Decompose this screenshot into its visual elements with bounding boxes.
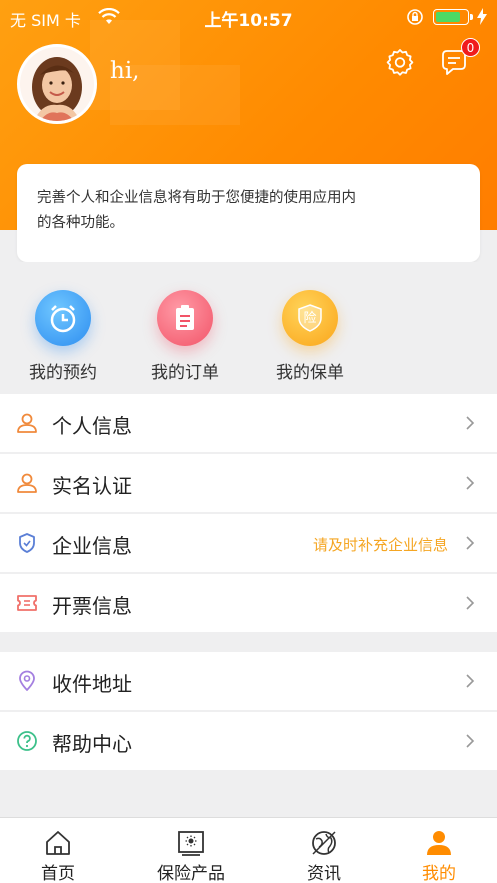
my-policies-shortcut[interactable]: 险 我的保单 (265, 290, 355, 383)
location-pin-icon (19, 670, 35, 691)
shield-icon (19, 533, 35, 553)
menu-label: 开票信息 (52, 594, 132, 618)
insurance-product-icon (178, 831, 204, 856)
profile-icon (427, 831, 451, 855)
home-icon (46, 831, 70, 855)
chevron-right-icon (466, 674, 475, 688)
tab-label: 资讯 (307, 864, 341, 883)
menu-label: 企业信息 (52, 534, 132, 558)
chevron-right-icon (466, 416, 475, 430)
menu-label: 个人信息 (52, 414, 132, 438)
menu-item-company-info[interactable]: 企业信息 请及时补充企业信息 (0, 514, 497, 572)
help-icon (17, 731, 37, 751)
rotation-lock-icon (406, 8, 424, 30)
clipboard-icon (157, 290, 213, 346)
shortcut-row: 我的预约 我的订单 险 我的保单 (0, 262, 497, 390)
company-info-hint: 请及时补充企业信息 (312, 536, 448, 554)
charging-icon (477, 8, 487, 29)
notice-text: 完善个人和企业信息将有助于您便捷的使用应用内的各种功能。 (37, 190, 356, 231)
message-count-badge: 0 (461, 38, 480, 57)
tab-mine[interactable]: 我的 (377, 818, 497, 883)
chevron-right-icon (466, 596, 475, 610)
tab-home[interactable]: 首页 (0, 818, 120, 883)
settings-button[interactable] (385, 47, 415, 77)
shortcut-label: 我的订单 (151, 363, 219, 383)
greeting-text: hi, (110, 58, 140, 84)
alarm-clock-icon (35, 290, 91, 346)
menu-label: 实名认证 (52, 474, 132, 498)
menu-label: 帮助中心 (52, 732, 132, 756)
chevron-right-icon (466, 536, 475, 550)
user-icon (17, 473, 37, 493)
battery-icon (433, 9, 473, 25)
shield-insurance-icon: 险 (282, 290, 338, 346)
menu-item-help[interactable]: 帮助中心 (0, 712, 497, 770)
tab-insurance-products[interactable]: 保险产品 (129, 818, 253, 883)
user-icon (17, 413, 37, 433)
news-icon (312, 831, 336, 855)
menu-item-personal-info[interactable]: 个人信息 (0, 394, 497, 452)
menu-item-real-name[interactable]: 实名认证 (0, 454, 497, 512)
tab-label: 首页 (41, 864, 75, 883)
my-appointments-shortcut[interactable]: 我的预约 (18, 290, 108, 383)
status-bar: 无 SIM 卡 上午10:57 (0, 0, 497, 34)
menu-label: 收件地址 (52, 672, 132, 696)
gear-icon (386, 49, 414, 76)
ticket-icon (17, 595, 37, 611)
avatar[interactable] (17, 44, 97, 124)
tab-label: 保险产品 (157, 864, 225, 883)
chevron-right-icon (466, 476, 475, 490)
tab-bar: 首页 保险产品 资讯 我的 (0, 817, 497, 883)
shield-badge-char: 险 (303, 311, 317, 326)
menu-item-invoice-info[interactable]: 开票信息 (0, 574, 497, 632)
my-orders-shortcut[interactable]: 我的订单 (140, 290, 230, 383)
shortcut-label: 我的保单 (276, 363, 344, 383)
chevron-right-icon (466, 734, 475, 748)
tab-news[interactable]: 资讯 (262, 818, 386, 883)
shortcut-label: 我的预约 (29, 363, 97, 383)
menu-item-address[interactable]: 收件地址 (0, 652, 497, 710)
profile-completion-notice: 完善个人和企业信息将有助于您便捷的使用应用内的各种功能。 (17, 164, 480, 262)
tab-label: 我的 (422, 864, 456, 883)
